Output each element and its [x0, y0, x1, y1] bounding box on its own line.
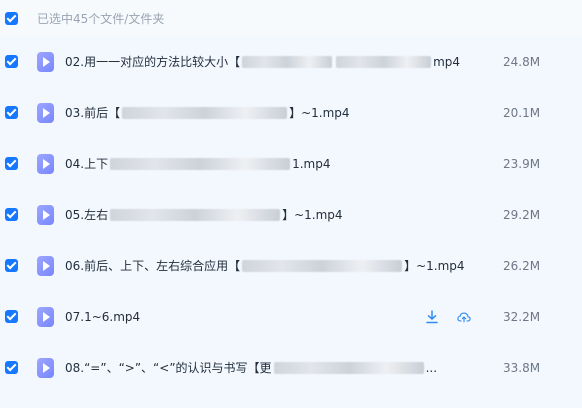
file-size: 29.2M: [503, 207, 541, 222]
file-name-prefix: 03.前后【: [65, 106, 121, 120]
row-actions: [425, 309, 471, 324]
file-size: 32.2M: [503, 309, 541, 324]
file-row[interactable]: 07.1~6.mp4 32.2M: [0, 291, 582, 342]
file-name-prefix: 07.1~6.mp4: [65, 309, 141, 324]
file-size: 23.9M: [503, 156, 541, 171]
selection-header: 已选中45个文件/文件夹: [0, 0, 582, 36]
file-name-prefix: 04.上下: [65, 157, 109, 171]
file-row[interactable]: 06.前后、上下、左右综合应用【 】~1.mp4 26.2M: [0, 240, 582, 291]
file-name-prefix: 05.左右: [65, 208, 109, 222]
selection-count-text: 已选中45个文件/文件夹: [37, 11, 165, 26]
blurred-text: [336, 55, 432, 68]
download-icon[interactable]: [425, 309, 439, 324]
file-size: 26.2M: [503, 258, 541, 273]
file-row[interactable]: 05.左右 】~1.mp4 29.2M: [0, 189, 582, 240]
file-name-suffix: ...: [425, 360, 438, 375]
file-name-suffix: mp4: [433, 54, 461, 69]
blurred-text: [242, 55, 333, 68]
file-name-suffix: 】~1.mp4: [404, 259, 465, 273]
video-file-icon: [37, 102, 54, 123]
file-list: 02.用一一对应的方法比较大小【 mp4 24.8M 03.前后【 】~1.mp…: [0, 36, 582, 408]
file-size: 24.8M: [503, 54, 541, 69]
blurred-text: [110, 157, 291, 170]
file-checkbox[interactable]: [5, 208, 18, 221]
file-row[interactable]: 03.前后【 】~1.mp4 20.1M: [0, 87, 582, 138]
file-size: 20.1M: [503, 105, 541, 120]
file-name[interactable]: 03.前后【 】~1.mp4: [65, 104, 475, 121]
video-file-icon: [37, 255, 54, 276]
file-checkbox[interactable]: [5, 310, 18, 323]
file-name-prefix: 08.“=”、“>”、“<”的认识与书写【更: [65, 361, 272, 375]
file-name[interactable]: 04.上下 1.mp4: [65, 155, 475, 172]
file-name[interactable]: 08.“=”、“>”、“<”的认识与书写【更 ...: [65, 359, 475, 376]
file-row[interactable]: 04.上下 1.mp4 23.9M: [0, 138, 582, 189]
file-name-prefix: 06.前后、上下、左右综合应用【: [65, 259, 241, 273]
file-name[interactable]: 07.1~6.mp4: [65, 310, 475, 324]
video-file-icon: [37, 51, 54, 72]
blurred-text: [242, 259, 403, 272]
file-row[interactable]: 08.“=”、“>”、“<”的认识与书写【更 ... 33.8M: [0, 342, 582, 393]
file-name[interactable]: 06.前后、上下、左右综合应用【 】~1.mp4: [65, 257, 475, 274]
blurred-text: [110, 208, 281, 221]
cloud-upload-icon[interactable]: [457, 310, 471, 324]
file-checkbox[interactable]: [5, 259, 18, 272]
file-name-prefix: 02.用一一对应的方法比较大小【: [65, 55, 241, 69]
file-name-suffix: 】~1.mp4: [282, 208, 343, 222]
video-file-icon: [37, 357, 54, 378]
file-size: 33.8M: [503, 360, 541, 375]
file-name[interactable]: 02.用一一对应的方法比较大小【 mp4: [65, 53, 475, 70]
file-checkbox[interactable]: [5, 361, 18, 374]
select-all-checkbox[interactable]: [5, 11, 18, 25]
file-checkbox[interactable]: [5, 157, 18, 170]
blurred-text: [122, 106, 288, 119]
file-checkbox[interactable]: [5, 55, 18, 68]
file-name[interactable]: 05.左右 】~1.mp4: [65, 206, 475, 223]
file-row[interactable]: 02.用一一对应的方法比较大小【 mp4 24.8M: [0, 36, 582, 87]
video-file-icon: [37, 306, 54, 327]
file-name-suffix: 1.mp4: [292, 156, 331, 171]
blurred-text: [273, 361, 424, 374]
file-checkbox[interactable]: [5, 106, 18, 119]
video-file-icon: [37, 204, 54, 225]
file-name-suffix: 】~1.mp4: [289, 106, 350, 120]
video-file-icon: [37, 153, 54, 174]
